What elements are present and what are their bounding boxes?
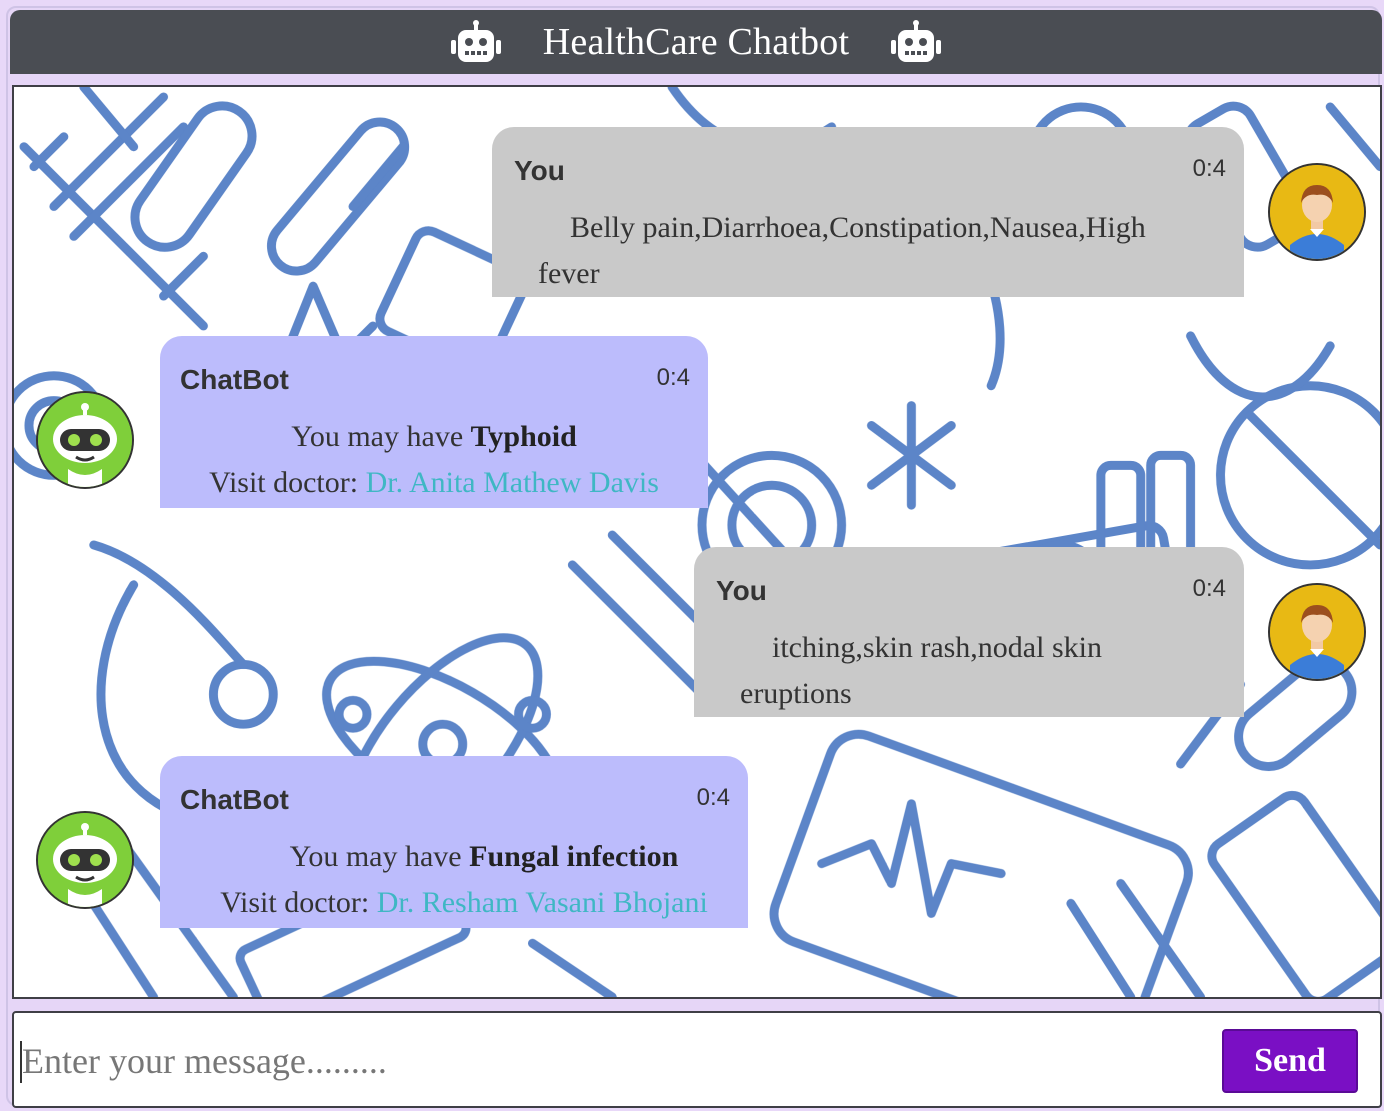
message-text-line: fever [538, 257, 600, 290]
message-time: 0:4 [1192, 575, 1226, 602]
user-avatar-icon [1268, 583, 1366, 681]
robot-avatar-icon [36, 391, 134, 489]
message-sender: You [716, 575, 767, 606]
disease-name: Typhoid [470, 420, 577, 453]
diagnosis-prefix: You may have [289, 840, 470, 873]
message-time: 0:4 [1192, 155, 1226, 182]
robot-icon [449, 20, 503, 64]
doctor-prefix: Visit doctor: [209, 466, 366, 499]
message-time: 0:4 [656, 364, 690, 391]
doctor-line: Visit doctor: Dr. Anita Mathew Davis [160, 460, 708, 506]
message-text-line: Belly pain,Diarrhoea,Constipation,Nausea… [570, 211, 1146, 244]
doctor-link[interactable]: Dr. Anita Mathew Davis [366, 466, 659, 499]
chat-header: HealthCare Chatbot [10, 10, 1382, 74]
message-text: itching,skin rash,nodal skin eruptions [740, 625, 1220, 717]
text-caret [20, 1041, 22, 1083]
message-time: 0:4 [696, 784, 730, 811]
message-sender: ChatBot [180, 364, 289, 395]
chat-messages-area[interactable]: You 0:4 Belly pain,Diarrhoea,Constipatio… [12, 85, 1382, 999]
message-input-bar: Send [12, 1011, 1382, 1108]
doctor-line: Visit doctor: Dr. Resham Vasani Bhojani [160, 880, 748, 926]
message-sender: You [514, 155, 565, 186]
diagnosis-line: You may have Fungal infection [160, 834, 748, 880]
message-text-line: eruptions [740, 677, 852, 710]
diagnosis-line: You may have Typhoid [160, 414, 708, 460]
message-text-line: itching,skin rash,nodal skin [772, 631, 1102, 664]
robot-icon [889, 20, 943, 64]
message-input[interactable] [20, 1031, 1204, 1091]
send-button[interactable]: Send [1222, 1029, 1358, 1093]
message-text: You may have Typhoid Visit doctor: Dr. A… [160, 414, 708, 506]
message-text: You may have Fungal infection Visit doct… [160, 834, 748, 926]
doctor-prefix: Visit doctor: [220, 886, 377, 919]
bot-message-bubble: ChatBot 0:4 You may have Typhoid Visit d… [160, 336, 708, 508]
doctor-link[interactable]: Dr. Resham Vasani Bhojani [377, 886, 708, 919]
user-message-bubble: You 0:4 itching,skin rash,nodal skin eru… [694, 547, 1244, 717]
disease-name: Fungal infection [469, 840, 679, 873]
user-message-bubble: You 0:4 Belly pain,Diarrhoea,Constipatio… [492, 127, 1244, 297]
message-sender: ChatBot [180, 784, 289, 815]
diagnosis-prefix: You may have [291, 420, 471, 453]
page-title: HealthCare Chatbot [542, 21, 850, 63]
user-avatar-icon [1268, 163, 1366, 261]
robot-avatar-icon [36, 811, 134, 909]
message-text: Belly pain,Diarrhoea,Constipation,Nausea… [538, 205, 1218, 297]
bot-message-bubble: ChatBot 0:4 You may have Fungal infectio… [160, 756, 748, 928]
